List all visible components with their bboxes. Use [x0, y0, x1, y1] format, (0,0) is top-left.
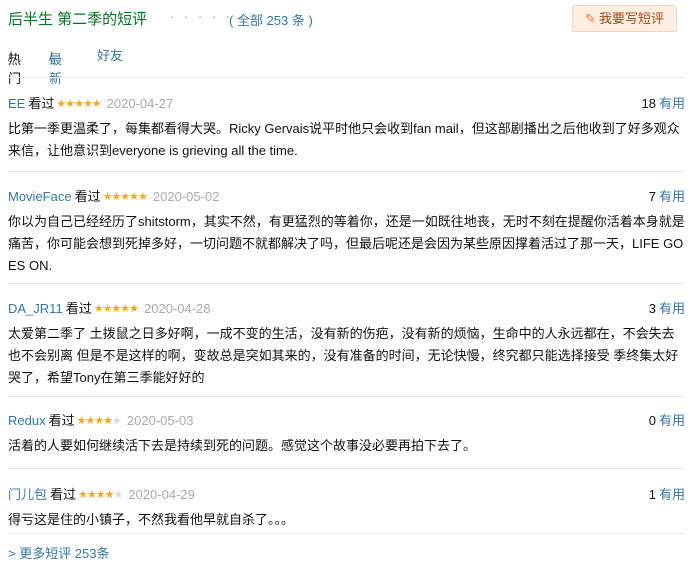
rating-stars-icon: ★★★★★	[78, 489, 123, 501]
divider	[8, 77, 685, 78]
divider	[8, 533, 685, 534]
rating-stars-icon: ★★★★★	[93, 303, 139, 315]
review-user-link[interactable]: MovieFace	[8, 189, 72, 204]
review-text: 你以为自己已经经历了shitstorm，其实不然，有更猛烈的等着你，还是一如既往…	[8, 214, 685, 273]
write-review-label: 我要写短评	[598, 11, 664, 26]
review-item: DA_JR11 看过 ★★★★★ 2020-04-28 3 有用 太爱第二季了 土拨鼠之…	[8, 298, 685, 389]
review-item: MovieFace 看过 ★★★★★ 2020-05-02 7 有用 你以为自己已经经历…	[8, 186, 685, 277]
vote-count: 7 有用	[648, 189, 685, 204]
useful-button[interactable]: 有用	[659, 96, 685, 111]
rating-stars-icon: ★★★★★	[102, 191, 148, 203]
review-date: 2020-04-29	[128, 487, 195, 502]
review-text: 太爱第二季了 土拨鼠之日多好啊，一成不变的生活，没有新的伤疤，没有新的烦恼，生命…	[8, 326, 679, 385]
review-user-link[interactable]: DA_JR11	[8, 301, 63, 316]
review-text: 活着的人要如何继续活下去是持续到死的问题。感觉这个故事没必要再拍下去了。	[8, 438, 477, 453]
sort-filters: 热门 / 最新 / 好友	[8, 41, 683, 86]
review-date: 2020-05-03	[126, 413, 194, 428]
useful-button[interactable]: 有用	[659, 189, 685, 204]
pencil-icon: ✎	[585, 11, 596, 26]
review-date: 2020-04-28	[144, 301, 211, 316]
divider	[8, 468, 685, 469]
vote-count: 1 有用	[648, 487, 685, 502]
vote-count: 0 有用	[648, 413, 685, 428]
review-date: 2020-05-02	[152, 189, 220, 204]
vote-count: 18 有用	[641, 96, 685, 111]
review-item: EE 看过 ★★★★★ 2020-04-27 18 有用 比第一季更温柔了，每集都看得大…	[8, 93, 685, 162]
rating-stars-icon: ★★★★★	[76, 415, 122, 427]
review-user-link[interactable]: Redux	[8, 413, 46, 428]
review-item: Redux 看过 ★★★★★ 2020-05-03 0 有用 活着的人要如何继续活下去是…	[8, 410, 685, 457]
rating-stars-icon: ★★★★★	[56, 98, 101, 110]
watched-label: 看过	[28, 96, 55, 111]
review-user-link[interactable]: EE	[8, 96, 25, 111]
review-item: 门儿包 看过 ★★★★★ 2020-04-29 1 有用 得亏这是住的小镇子，不然我看他…	[8, 484, 685, 531]
comments-header: 后半生 第二季的短评 · · · · · · ( 全部 253 条 ) ✎ 我要写…	[8, 0, 683, 38]
divider	[8, 283, 685, 284]
useful-button[interactable]: 有用	[659, 487, 685, 502]
useful-button[interactable]: 有用	[659, 301, 685, 316]
total-count-link[interactable]: ( 全部 253 条 )	[229, 10, 313, 29]
watched-label: 看过	[74, 189, 101, 204]
filter-friends[interactable]: 好友	[97, 45, 123, 64]
watched-label: 看过	[65, 301, 92, 316]
review-text: 得亏这是住的小镇子，不然我看他早就自杀了。。。	[8, 512, 295, 527]
divider	[8, 396, 685, 397]
review-text: 比第一季更温柔了，每集都看得大哭。Ricky Gervais说平时他只会收到fa…	[8, 121, 680, 158]
watched-label: 看过	[48, 413, 75, 428]
useful-button[interactable]: 有用	[659, 413, 685, 428]
review-date: 2020-04-27	[106, 96, 174, 111]
review-user-link[interactable]: 门儿包	[8, 487, 47, 502]
section-title: 后半生 第二季的短评	[8, 11, 148, 28]
watched-label: 看过	[50, 487, 77, 502]
more-reviews-link[interactable]: > 更多短评 253条	[8, 543, 110, 562]
divider	[8, 171, 685, 172]
write-review-button[interactable]: ✎ 我要写短评	[572, 5, 677, 32]
vote-count: 3 有用	[648, 301, 685, 316]
